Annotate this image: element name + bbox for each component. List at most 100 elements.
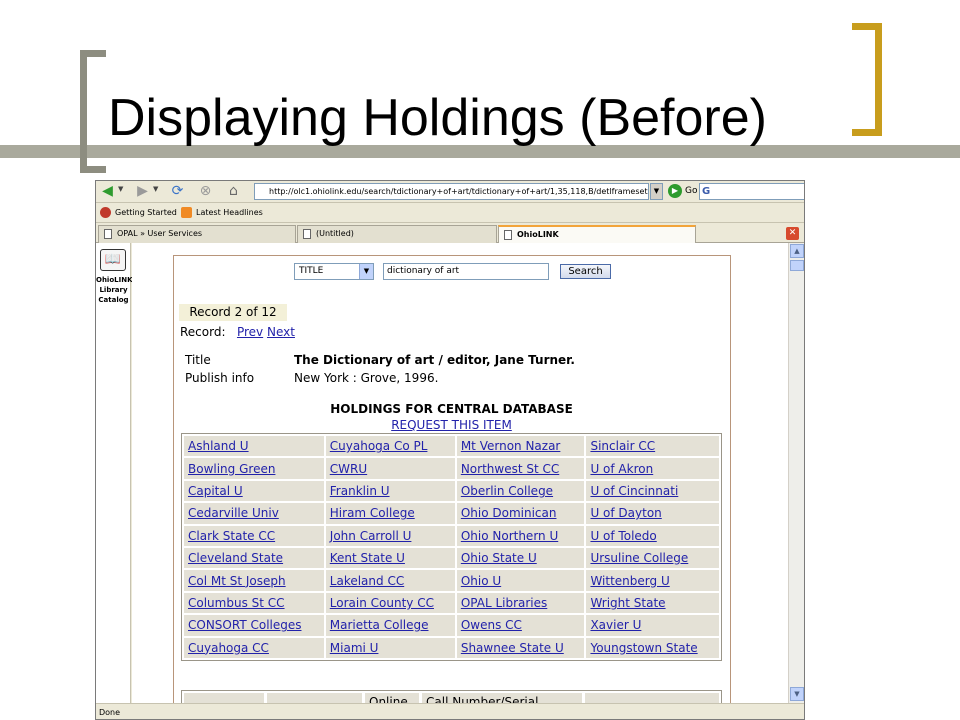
search-type-select[interactable]: TITLE ▼ (294, 263, 374, 280)
table-cell: U of Toledo (586, 525, 719, 546)
library-link[interactable]: Wright State (590, 596, 665, 610)
library-link[interactable]: Youngstown State (590, 641, 697, 655)
library-link[interactable]: Ursuline College (590, 551, 688, 565)
table-cell: Mt Vernon Nazar (456, 436, 585, 457)
record-label: Record: (180, 325, 226, 339)
scroll-thumb[interactable] (790, 260, 804, 271)
item-status-table: Online Call Number/Serial (181, 690, 722, 703)
library-link[interactable]: Owens CC (461, 618, 522, 632)
bookmark-latest-headlines[interactable]: Latest Headlines (181, 207, 263, 218)
table-cell: Miami U (325, 637, 455, 658)
table-cell: Bowling Green (184, 458, 324, 479)
close-tab-icon[interactable]: ✕ (786, 227, 799, 240)
tab-opal-user-services[interactable]: OPAL » User Services (98, 225, 296, 243)
library-link[interactable]: Shawnee State U (461, 641, 564, 655)
library-link[interactable]: Miami U (330, 641, 379, 655)
library-link[interactable]: Cleveland State (188, 551, 283, 565)
library-link[interactable]: Wittenberg U (590, 574, 669, 588)
publish-info-label: Publish info (185, 371, 255, 385)
go-icon[interactable]: ▶ (668, 184, 682, 198)
table-cell: Oberlin College (456, 480, 585, 502)
title-label: Title (185, 353, 211, 367)
library-link[interactable]: Franklin U (330, 484, 390, 498)
back-dropdown-icon[interactable]: ▼ (118, 185, 123, 193)
library-link[interactable]: Mt Vernon Nazar (461, 439, 561, 453)
table-cell: Lakeland CC (325, 570, 455, 591)
library-link[interactable]: Kent State U (330, 551, 405, 565)
table-header-cell (267, 693, 362, 703)
table-cell: Wright State (586, 592, 719, 614)
scroll-down-icon[interactable]: ▼ (790, 687, 804, 701)
back-arrow-icon[interactable]: ◀ (99, 183, 116, 200)
library-link[interactable]: Ohio Dominican (461, 506, 557, 520)
library-link[interactable]: OPAL Libraries (461, 596, 547, 610)
go-button[interactable]: Go (685, 186, 697, 196)
library-link[interactable]: Northwest St CC (461, 462, 559, 476)
request-item-link[interactable]: REQUEST THIS ITEM (391, 418, 512, 432)
bookmark-getting-started[interactable]: Getting Started (100, 207, 177, 218)
library-link[interactable]: Lorain County CC (330, 596, 434, 610)
sidebar: 📖 OhioLINK Library Catalog (96, 243, 133, 703)
forward-dropdown-icon[interactable]: ▼ (153, 185, 158, 193)
table-cell: Youngstown State (586, 637, 719, 658)
table-cell: U of Akron (586, 458, 719, 479)
catalog-record-panel: TITLE ▼ dictionary of art Search Record … (173, 255, 731, 703)
table-row: Col Mt St Joseph Lakeland CC Ohio U Wittenb… (184, 570, 719, 591)
vertical-scrollbar[interactable]: ▲ ▼ (788, 243, 804, 703)
library-link[interactable]: Ohio U (461, 574, 501, 588)
table-cell: Cuyahoga CC (184, 637, 324, 658)
table-row: Capital U Franklin U Oberlin College U of C… (184, 480, 719, 502)
navigation-toolbar: ◀ ▼ ▶ ▼ ⟳ ⊗ ⌂ http://olc1.ohiolink.edu/s… (96, 181, 804, 203)
chevron-down-icon[interactable]: ▼ (359, 264, 373, 279)
table-row: Ashland U Cuyahoga Co PL Mt Vernon Nazar Si… (184, 436, 719, 457)
table-cell: Owens CC (456, 615, 585, 636)
library-link[interactable]: Oberlin College (461, 484, 553, 498)
library-link[interactable]: Marietta College (330, 618, 429, 632)
table-cell: CWRU (325, 458, 455, 479)
library-link[interactable]: John Carroll U (330, 529, 412, 543)
library-link[interactable]: Xavier U (590, 618, 641, 632)
title-value: The Dictionary of art / editor, Jane Tur… (294, 353, 575, 367)
library-link[interactable]: Capital U (188, 484, 243, 498)
search-button[interactable]: Search (560, 264, 611, 279)
home-icon[interactable]: ⌂ (225, 183, 242, 200)
library-link[interactable]: Hiram College (330, 506, 415, 520)
address-dropdown-icon[interactable]: ▼ (650, 183, 663, 200)
library-link[interactable]: Sinclair CC (590, 439, 655, 453)
next-link[interactable]: Next (267, 325, 295, 339)
library-link[interactable]: Columbus St CC (188, 596, 285, 610)
library-link[interactable]: U of Akron (590, 462, 653, 476)
library-link[interactable]: Col Mt St Joseph (188, 574, 286, 588)
tab-ohiolink[interactable]: OhioLINK (498, 225, 696, 243)
bookmarks-toolbar: Getting Started Latest Headlines (96, 203, 804, 223)
library-link[interactable]: Bowling Green (188, 462, 275, 476)
library-link[interactable]: CWRU (330, 462, 367, 476)
library-link[interactable]: U of Dayton (590, 506, 661, 520)
reload-icon[interactable]: ⟳ (169, 183, 186, 200)
web-search-input[interactable]: G (699, 183, 804, 200)
sidebar-label[interactable]: OhioLINK Library Catalog (96, 275, 133, 305)
catalog-search-input[interactable]: dictionary of art (383, 263, 549, 280)
book-icon[interactable]: 📖 (100, 249, 126, 271)
table-cell: Clark State CC (184, 525, 324, 546)
library-link[interactable]: Cuyahoga Co PL (330, 439, 428, 453)
stop-icon[interactable]: ⊗ (197, 183, 214, 200)
library-link[interactable]: CONSORT Colleges (188, 618, 302, 632)
library-link[interactable]: Ohio State U (461, 551, 537, 565)
library-link[interactable]: Clark State CC (188, 529, 275, 543)
address-bar[interactable]: http://olc1.ohiolink.edu/search/tdiction… (254, 183, 649, 200)
library-link[interactable]: Ashland U (188, 439, 249, 453)
right-bracket-decoration (852, 23, 882, 136)
document-icon (303, 229, 311, 239)
scroll-up-icon[interactable]: ▲ (790, 244, 804, 258)
online-header: Online (365, 693, 419, 703)
library-link[interactable]: Cuyahoga CC (188, 641, 269, 655)
tab-untitled[interactable]: (Untitled) (297, 225, 497, 243)
library-link[interactable]: Ohio Northern U (461, 529, 558, 543)
forward-arrow-icon[interactable]: ▶ (134, 183, 151, 200)
prev-link[interactable]: Prev (237, 325, 263, 339)
library-link[interactable]: Cedarville Univ (188, 506, 279, 520)
library-link[interactable]: U of Toledo (590, 529, 656, 543)
library-link[interactable]: Lakeland CC (330, 574, 404, 588)
library-link[interactable]: U of Cincinnati (590, 484, 678, 498)
